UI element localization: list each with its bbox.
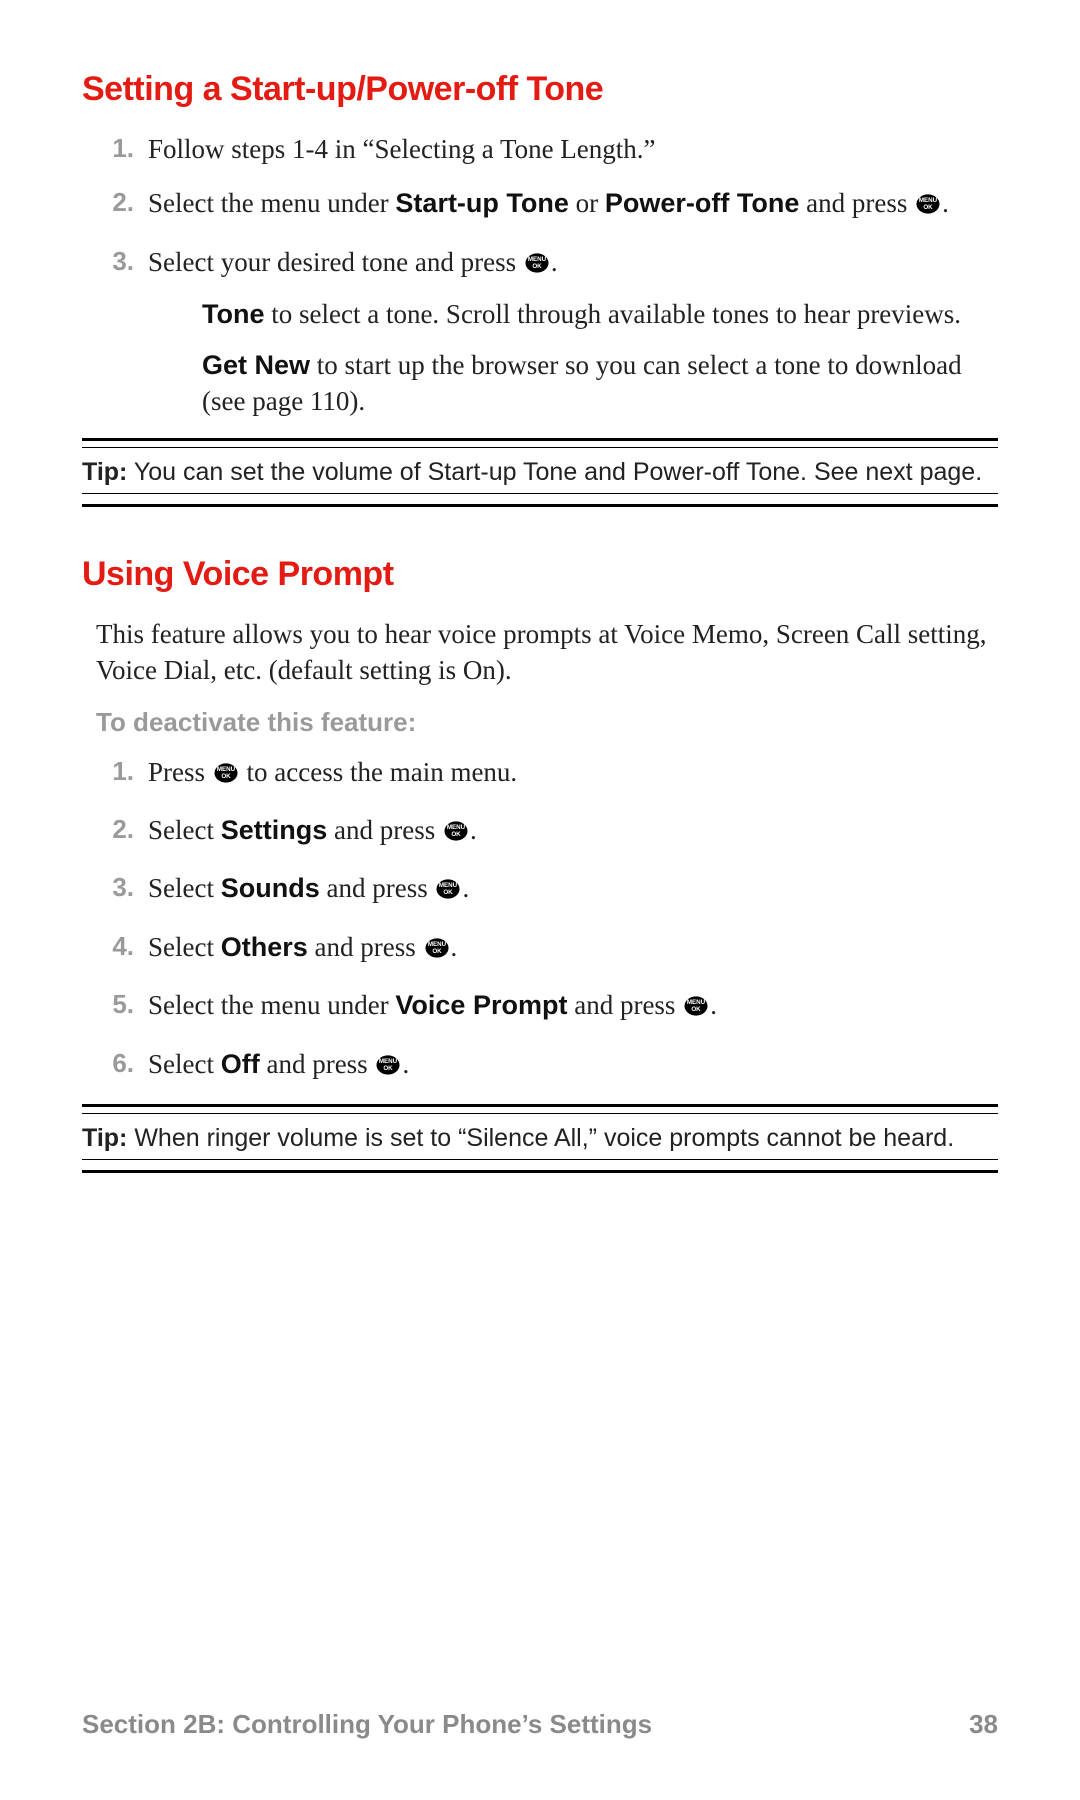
document-page: Setting a Start-up/Power-off Tone 1. Fol… [0,0,1080,1173]
tip-label: Tip: [82,1124,127,1152]
step-text: and press [327,815,442,845]
step-text: Select your desired tone and press [148,247,523,277]
divider [82,1159,998,1160]
heading-voice-prompt: Using Voice Prompt [82,555,998,594]
sub-item: Get New to start up the browser so you c… [202,347,998,420]
step-text: Select [148,815,221,845]
step-number: 3. [98,244,134,279]
bold-term: Voice Prompt [395,990,567,1020]
step-text: . [462,873,469,903]
bold-term: Tone [202,299,265,329]
step-text: and press [799,188,914,218]
step-number: 1. [98,754,134,789]
step: 5. Select the menu under Voice Prompt an… [136,987,998,1027]
step: 2. Select the menu under Start-up Tone o… [136,185,998,225]
step-text: . [470,815,477,845]
step-text: . [551,247,558,277]
step-number: 1. [98,131,134,166]
step-number: 2. [98,185,134,220]
step-text: and press [567,990,682,1020]
steps-startup-tone: 1. Follow steps 1-4 in “Selecting a Tone… [82,131,998,420]
step-text: or [569,188,605,218]
step-text: Follow steps 1-4 in “Selecting a Tone Le… [148,134,656,164]
step-text: . [451,932,458,962]
step-text: and press [260,1049,375,1079]
step-text: Select [148,873,221,903]
step: 3. Select Sounds and press . [136,870,998,910]
step: 1. Follow steps 1-4 in “Selecting a Tone… [136,131,998,167]
menu-ok-icon [374,1050,402,1086]
step: 2. Select Settings and press . [136,812,998,852]
step-text: Press [148,757,212,787]
step-number: 2. [98,812,134,847]
step: 1. Press to access the main menu. [136,754,998,794]
sub-text: to start up the browser so you can selec… [202,350,962,416]
step: 6. Select Off and press . [136,1046,998,1086]
step-text: and press [308,932,423,962]
menu-ok-icon [914,189,942,225]
step-text: . [942,188,949,218]
bold-term: Power-off Tone [605,188,799,218]
tip-text: You can set the volume of Start-up Tone … [127,458,982,486]
divider [82,438,998,441]
bold-term: Settings [221,815,328,845]
subheading-deactivate: To deactivate this feature: [96,707,998,738]
tip-label: Tip: [82,458,127,486]
step-text: . [710,990,717,1020]
bold-term: Get New [202,350,310,380]
tip-text: When ringer volume is set to “Silence Al… [127,1124,954,1152]
footer-section-title: Section 2B: Controlling Your Phone’s Set… [82,1709,652,1740]
page-footer: Section 2B: Controlling Your Phone’s Set… [82,1709,998,1740]
divider [82,1104,998,1107]
divider [82,447,998,448]
step-text: and press [320,873,435,903]
tip-box: Tip: When ringer volume is set to “Silen… [82,1124,998,1153]
divider [82,493,998,494]
menu-ok-icon [434,874,462,910]
step-number: 5. [98,987,134,1022]
step-text: . [402,1049,409,1079]
divider [82,1113,998,1114]
sub-item: Tone to select a tone. Scroll through av… [202,296,998,332]
bold-term: Start-up Tone [395,188,568,218]
menu-ok-icon [523,248,551,284]
step-text: Select the menu under [148,188,395,218]
step-number: 6. [98,1046,134,1081]
step-text: Select the menu under [148,990,395,1020]
heading-startup-tone: Setting a Start-up/Power-off Tone [82,70,998,109]
step-text: to access the main menu. [240,757,517,787]
step: 4. Select Others and press . [136,929,998,969]
bold-term: Off [221,1049,260,1079]
step-text: Select [148,932,221,962]
divider [82,504,998,507]
step-sublist: Tone to select a tone. Scroll through av… [202,296,998,419]
menu-ok-icon [682,991,710,1027]
steps-voice-prompt: 1. Press to access the main menu. 2. Sel… [82,754,998,1087]
intro-paragraph: This feature allows you to hear voice pr… [82,616,998,689]
step: 3. Select your desired tone and press . … [136,244,998,420]
menu-ok-icon [212,758,240,794]
footer-page-number: 38 [969,1709,998,1740]
menu-ok-icon [423,933,451,969]
step-number: 3. [98,870,134,905]
bold-term: Others [221,932,308,962]
menu-ok-icon [442,816,470,852]
step-number: 4. [98,929,134,964]
divider [82,1170,998,1173]
step-text: Select [148,1049,221,1079]
tip-box: Tip: You can set the volume of Start-up … [82,458,998,487]
bold-term: Sounds [221,873,320,903]
sub-text: to select a tone. Scroll through availab… [265,299,962,329]
